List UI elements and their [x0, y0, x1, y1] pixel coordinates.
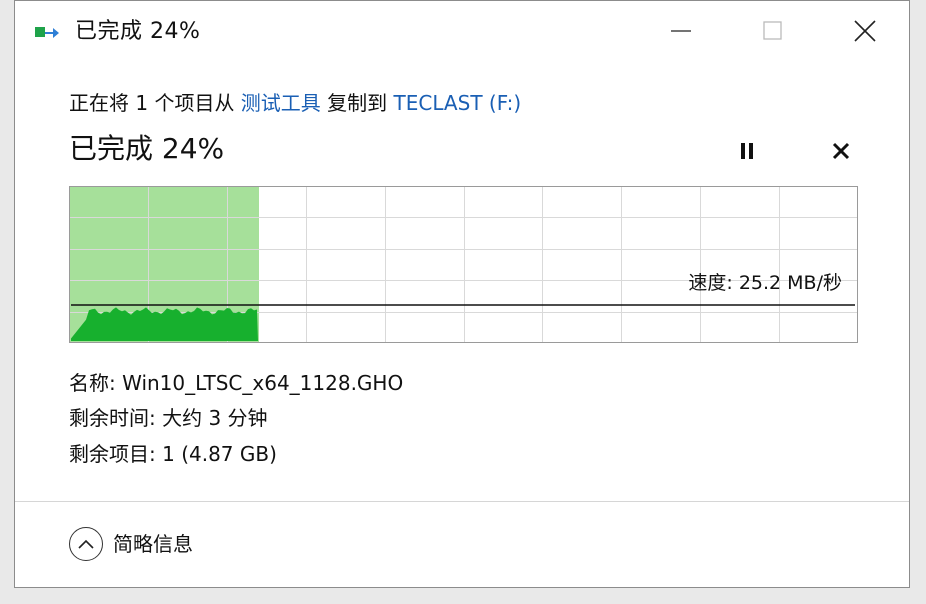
- cancel-copy-button[interactable]: [827, 137, 855, 165]
- time-remaining-value: 大约 3 分钟: [162, 406, 268, 430]
- minimize-button[interactable]: [649, 1, 713, 61]
- window-title: 已完成 24%: [75, 19, 201, 44]
- maximize-button[interactable]: [741, 1, 805, 61]
- copy-app-icon: [35, 27, 59, 38]
- pause-icon: [741, 143, 753, 159]
- source-folder-link[interactable]: 测试工具: [241, 91, 321, 115]
- fewer-details-label: 简略信息: [113, 532, 193, 556]
- fewer-details-toggle[interactable]: 简略信息: [69, 527, 193, 561]
- copy-dialog: 已完成 24% 正在将 1 个项目从 测试工具 复制到 TECLAST (F:)…: [14, 0, 910, 588]
- destination-drive-link[interactable]: TECLAST (F:): [394, 91, 522, 115]
- minimize-icon: [671, 30, 691, 32]
- items-remaining-row: 剩余项目: 1 (4.87 GB): [69, 440, 277, 468]
- cancel-icon: [832, 142, 850, 160]
- speed-graph-canvas: [69, 186, 858, 343]
- pause-button[interactable]: [733, 137, 761, 165]
- footer-divider: [15, 501, 909, 502]
- speed-label: 速度: 25.2 MB/秒: [688, 272, 842, 294]
- time-remaining-label: 剩余时间:: [69, 406, 156, 430]
- title-bar[interactable]: 已完成 24%: [15, 1, 909, 65]
- transfer-speed-graph: 速度: 25.2 MB/秒: [69, 186, 858, 343]
- close-button[interactable]: [833, 1, 897, 61]
- items-remaining-value: 1 (4.87 GB): [162, 442, 277, 466]
- progress-status: 已完成 24%: [69, 132, 225, 165]
- copy-description: 正在将 1 个项目从 测试工具 复制到 TECLAST (F:): [69, 89, 521, 117]
- close-icon: [854, 20, 876, 42]
- items-remaining-label: 剩余项目:: [69, 442, 156, 466]
- time-remaining-row: 剩余时间: 大约 3 分钟: [69, 404, 268, 432]
- file-name-row: 名称: Win10_LTSC_x64_1128.GHO: [69, 369, 403, 397]
- maximize-icon: [763, 21, 782, 40]
- copy-prefix-text: 正在将 1 个项目从: [69, 91, 241, 115]
- file-name-value: Win10_LTSC_x64_1128.GHO: [122, 371, 404, 395]
- copy-middle-text: 复制到: [320, 91, 394, 115]
- chevron-up-icon: [78, 539, 94, 549]
- file-name-label: 名称:: [69, 371, 116, 395]
- collapse-button[interactable]: [69, 527, 103, 561]
